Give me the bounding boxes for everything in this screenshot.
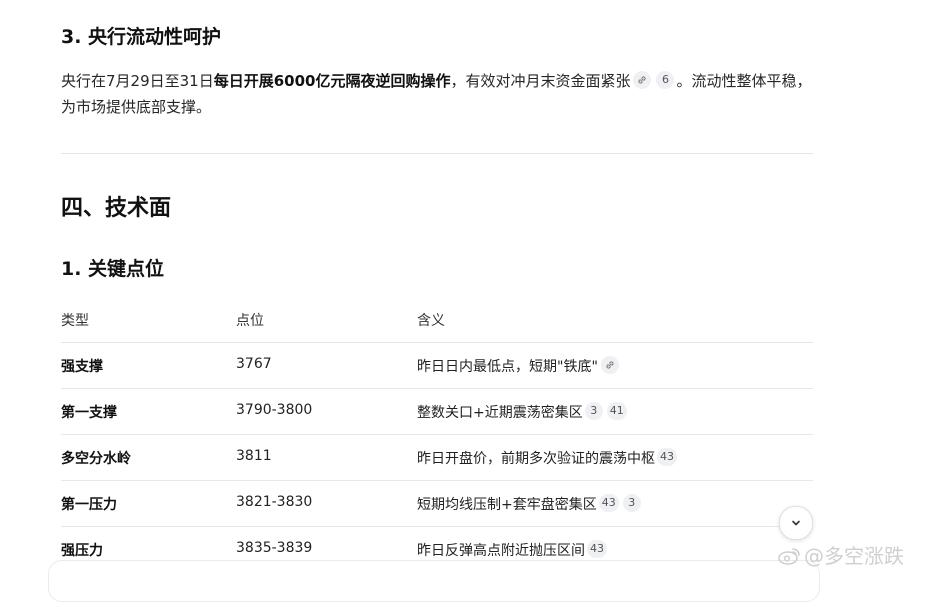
weibo-logo-icon xyxy=(778,548,800,565)
citation-badge[interactable]: 41 xyxy=(606,402,627,420)
divider xyxy=(61,153,813,154)
cell-level: 3821-3830 xyxy=(236,494,313,510)
citation-badge[interactable]: 3 xyxy=(622,494,641,512)
table-row: 第一压力 3821-3830 短期均线压制+套牢盘密集区 43 3 xyxy=(61,481,813,527)
scroll-to-bottom-button[interactable] xyxy=(779,506,813,540)
key-levels-table: 类型 点位 含义 强支撑 3767 昨日日内最低点，短期"铁底" 第一支撑 37… xyxy=(61,296,813,572)
section-heading-liquidity: 3. 央行流动性呵护 xyxy=(61,26,222,48)
table-row: 第一支撑 3790-3800 整数关口+近期震荡密集区 3 41 xyxy=(61,389,813,435)
cell-meaning-text: 整数关口+近期震荡密集区 xyxy=(417,405,583,421)
link-icon[interactable] xyxy=(600,356,619,374)
cell-meaning-text: 昨日日内最低点，短期"铁底" xyxy=(417,359,598,375)
cell-meaning: 昨日反弹高点附近抛压区间 43 xyxy=(417,540,609,560)
para-text-pre: 央行在7月29日至31日 xyxy=(61,72,214,90)
table-row: 强支撑 3767 昨日日内最低点，短期"铁底" xyxy=(61,343,813,389)
cell-type: 强支撑 xyxy=(61,359,103,375)
cell-meaning-text: 短期均线压制+套牢盘密集区 xyxy=(417,497,597,513)
cell-meaning: 昨日开盘价，前期多次验证的震荡中枢 43 xyxy=(417,448,679,468)
watermark-text: @多空涨跌 xyxy=(804,544,904,568)
table-header-row: 类型 点位 含义 xyxy=(61,296,813,343)
subheading-key-levels: 1. 关键点位 xyxy=(61,258,165,280)
cell-meaning-text: 昨日反弹高点附近抛压区间 xyxy=(417,543,585,559)
cell-meaning: 整数关口+近期震荡密集区 3 41 xyxy=(417,402,629,422)
citation-badge[interactable]: 43 xyxy=(657,448,677,466)
cell-meaning: 昨日日内最低点，短期"铁底" xyxy=(417,356,622,376)
citation-badge[interactable]: 43 xyxy=(587,540,607,558)
cell-type: 多空分水岭 xyxy=(61,451,131,467)
cell-level: 3790-3800 xyxy=(236,402,313,418)
link-icon[interactable] xyxy=(633,70,652,89)
cell-meaning-text: 昨日开盘价，前期多次验证的震荡中枢 xyxy=(417,451,655,467)
cell-type: 第一支撑 xyxy=(61,405,117,421)
cell-type: 第一压力 xyxy=(61,497,117,513)
citation-badge[interactable]: 43 xyxy=(598,494,619,512)
liquidity-paragraph: 央行在7月29日至31日每日开展6000亿元隔夜逆回购操作，有效对冲月末资金面紧… xyxy=(61,68,813,120)
cell-level: 3811 xyxy=(236,448,272,464)
header-type: 类型 xyxy=(61,313,89,329)
section-heading-technical: 四、技术面 xyxy=(61,196,172,221)
citation-badge[interactable]: 6 xyxy=(656,70,675,89)
cell-meaning: 短期均线压制+套牢盘密集区 43 3 xyxy=(417,494,643,514)
cell-level: 3835-3839 xyxy=(236,540,313,556)
cell-type: 强压力 xyxy=(61,543,103,559)
header-level: 点位 xyxy=(236,313,264,329)
para-text-mid: ，有效对冲月末资金面紧张 xyxy=(450,72,631,90)
chat-input-container[interactable] xyxy=(48,560,820,602)
header-meaning: 含义 xyxy=(417,313,445,329)
para-text-bold: 每日开展6000亿元隔夜逆回购操作 xyxy=(213,72,451,90)
weibo-watermark: @多空涨跌 xyxy=(778,540,904,569)
table-row: 多空分水岭 3811 昨日开盘价，前期多次验证的震荡中枢 43 xyxy=(61,435,813,481)
citation-badge[interactable]: 3 xyxy=(584,402,603,420)
chevron-down-icon xyxy=(792,520,800,526)
cell-level: 3767 xyxy=(236,356,272,372)
